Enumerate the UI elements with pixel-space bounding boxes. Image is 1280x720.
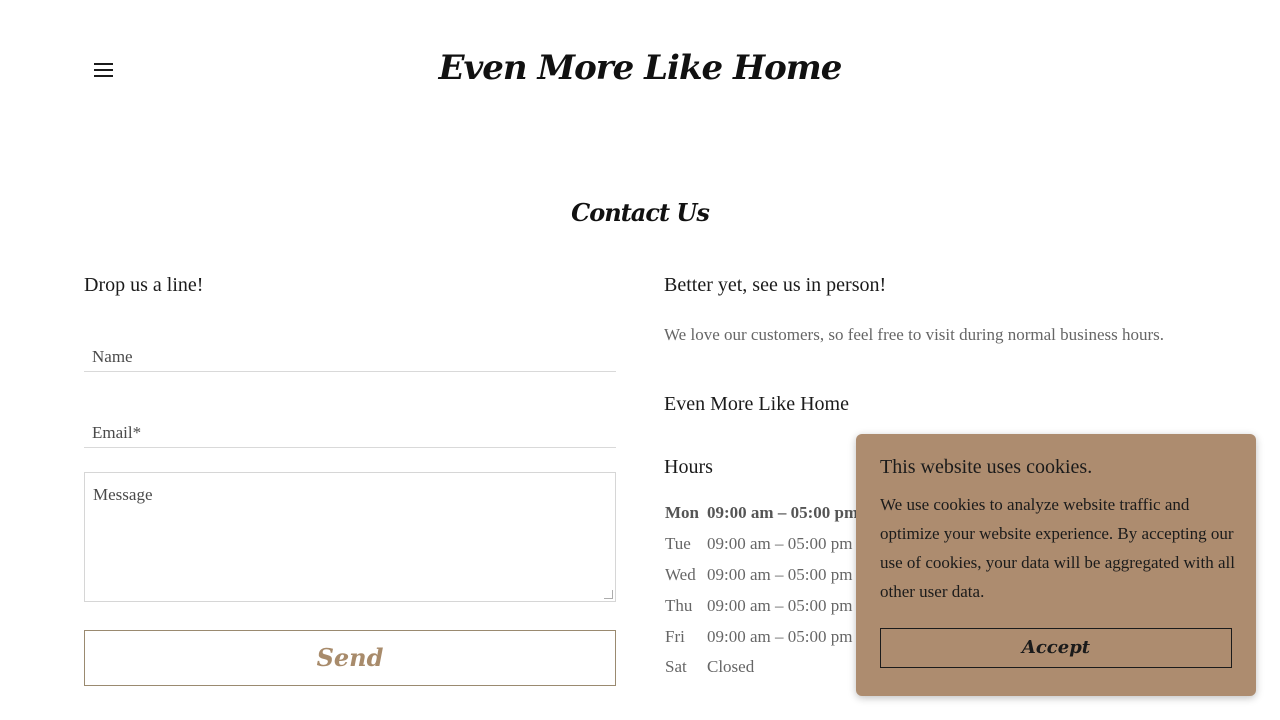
email-placeholder: Email* bbox=[92, 423, 142, 442]
hours-day: Mon bbox=[665, 503, 699, 523]
site-title[interactable]: Even More Like Home bbox=[0, 48, 1280, 88]
hours-time: 09:00 am – 05:00 pm bbox=[707, 564, 853, 584]
message-field[interactable]: Message bbox=[84, 472, 616, 602]
business-name: Even More Like Home bbox=[664, 393, 849, 415]
info-intro: We love our customers, so feel free to v… bbox=[664, 325, 1165, 344]
hours-day: Thu bbox=[665, 595, 693, 615]
hours-time: 09:00 am – 05:00 pm bbox=[707, 595, 853, 615]
section-title: Contact Us bbox=[571, 198, 710, 227]
hours-time: 09:00 am – 05:00 pm bbox=[707, 534, 853, 554]
accept-button[interactable]: Accept bbox=[880, 628, 1232, 668]
hours-day: Sat bbox=[665, 657, 687, 677]
message-placeholder: Message bbox=[93, 485, 153, 504]
hours-row: Thu 09:00 am – 05:00 pm bbox=[664, 590, 858, 621]
hours-table: Mon 09:00 am – 05:00 pm Tue 09:00 am – 05:0… bbox=[664, 498, 858, 683]
hours-time: 09:00 am – 05:00 pm bbox=[707, 503, 859, 523]
page: Even More Like Home Contact Us Drop us a… bbox=[0, 0, 1280, 720]
hours-time: 09:00 am – 05:00 pm bbox=[707, 626, 853, 646]
email-field[interactable]: Email* bbox=[84, 415, 616, 448]
hours-day: Wed bbox=[665, 564, 696, 584]
cookie-banner: This website uses cookies. We use cookie… bbox=[856, 434, 1256, 696]
info-heading: Better yet, see us in person! bbox=[664, 274, 887, 296]
hours-row: Wed 09:00 am – 05:00 pm bbox=[664, 560, 858, 591]
form-heading: Drop us a line! bbox=[84, 274, 204, 296]
hours-row: Fri 09:00 am – 05:00 pm bbox=[664, 621, 858, 652]
hours-day: Tue bbox=[665, 534, 691, 554]
hours-row: Sat Closed bbox=[664, 652, 858, 683]
cookie-text: We use cookies to analyze website traffi… bbox=[880, 495, 1235, 601]
name-placeholder: Name bbox=[92, 347, 133, 366]
contact-form: Drop us a line! Name Email* Message Send bbox=[84, 270, 616, 686]
hours-row: Tue 09:00 am – 05:00 pm bbox=[664, 529, 858, 560]
cookie-title: This website uses cookies. bbox=[880, 456, 1093, 478]
hours-time: Closed bbox=[707, 657, 755, 677]
name-field[interactable]: Name bbox=[84, 339, 616, 372]
hours-row: Mon 09:00 am – 05:00 pm bbox=[664, 498, 858, 529]
resize-handle-icon[interactable] bbox=[604, 590, 613, 599]
hours-day: Fri bbox=[665, 626, 685, 646]
send-button[interactable]: Send bbox=[84, 630, 616, 686]
